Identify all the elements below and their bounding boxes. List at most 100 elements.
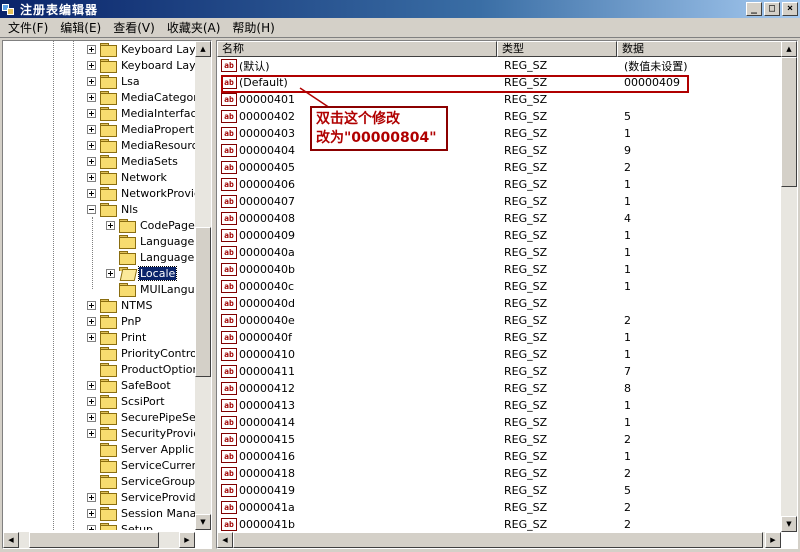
- menu-help[interactable]: 帮助(H): [226, 18, 280, 38]
- expand-plus-icon[interactable]: [87, 524, 96, 530]
- expand-plus-icon[interactable]: [87, 332, 96, 342]
- expand-plus-icon[interactable]: [87, 396, 96, 406]
- list-vertical-scrollbar[interactable]: ▲ ▼: [781, 41, 797, 532]
- scroll-up-arrow-icon[interactable]: ▲: [195, 41, 211, 57]
- tree-item[interactable]: ProductOptions: [87, 361, 197, 377]
- tree-item[interactable]: SecurityProviders: [87, 425, 197, 441]
- expand-plus-icon[interactable]: [106, 268, 115, 278]
- tree-item[interactable]: CodePage: [106, 217, 196, 233]
- expand-plus-icon[interactable]: [87, 44, 96, 54]
- tree-vertical-scrollbar[interactable]: ▲ ▼: [195, 41, 211, 530]
- expand-plus-icon[interactable]: [87, 156, 96, 166]
- value-row[interactable]: ab 00000419 REG_SZ 5: [217, 482, 783, 499]
- key-tree-pane[interactable]: Keyboard Layout Keyboard Layouts Lsa MediaC…: [2, 40, 212, 549]
- tree-item[interactable]: MediaCategories: [87, 89, 197, 105]
- value-row[interactable]: ab 0000040f REG_SZ 1: [217, 329, 783, 346]
- expand-plus-icon[interactable]: [87, 508, 96, 518]
- tree-item[interactable]: PriorityControl: [87, 345, 197, 361]
- expand-plus-icon[interactable]: [87, 140, 96, 150]
- scroll-down-arrow-icon[interactable]: ▼: [195, 514, 211, 530]
- value-row[interactable]: ab 00000410 REG_SZ 1: [217, 346, 783, 363]
- expand-plus-icon[interactable]: [87, 188, 96, 198]
- expand-plus-icon[interactable]: [87, 428, 96, 438]
- expand-plus-icon[interactable]: [87, 492, 96, 502]
- tree-item[interactable]: MediaProperties: [87, 121, 197, 137]
- value-row[interactable]: ab 00000415 REG_SZ 2: [217, 431, 783, 448]
- scroll-right-arrow-icon[interactable]: ▶: [765, 532, 781, 548]
- tree-item[interactable]: Language Groups: [106, 249, 197, 265]
- tree-item[interactable]: ScsiPort: [87, 393, 166, 409]
- tree-item[interactable]: Setup: [87, 521, 154, 530]
- value-row[interactable]: ab 0000041b REG_SZ 2: [217, 516, 783, 532]
- scroll-right-arrow-icon[interactable]: ▶: [179, 532, 195, 548]
- tree-item[interactable]: NTMS: [87, 297, 153, 313]
- value-row[interactable]: ab 00000408 REG_SZ 4: [217, 210, 783, 227]
- value-row[interactable]: ab 0000040a REG_SZ 1: [217, 244, 783, 261]
- tree-item[interactable]: ServiceGroupOrder: [87, 473, 197, 489]
- column-header-type[interactable]: 类型: [497, 41, 617, 57]
- value-row[interactable]: ab 00000405 REG_SZ 2: [217, 159, 783, 176]
- value-row[interactable]: ab 0000040c REG_SZ 1: [217, 278, 783, 295]
- value-row[interactable]: ab 00000406 REG_SZ 1: [217, 176, 783, 193]
- expand-plus-icon[interactable]: [87, 300, 96, 310]
- expand-plus-icon[interactable]: [87, 76, 96, 86]
- menu-edit[interactable]: 编辑(E): [54, 18, 107, 38]
- value-row[interactable]: ab 00000412 REG_SZ 8: [217, 380, 783, 397]
- collapse-minus-icon[interactable]: [87, 204, 96, 214]
- expand-plus-icon[interactable]: [87, 172, 96, 182]
- value-row[interactable]: ab 0000040e REG_SZ 2: [217, 312, 783, 329]
- tree-item[interactable]: Lsa: [87, 73, 141, 89]
- tree-item[interactable]: Locale: [106, 265, 178, 281]
- close-button[interactable]: ×: [782, 2, 798, 16]
- values-list-pane[interactable]: 名称 类型 数据 ab (默认) REG_SZ (数值未设置) ab (Default) R…: [216, 40, 798, 549]
- list-scroll-thumb[interactable]: [781, 57, 797, 187]
- column-header-data[interactable]: 数据: [617, 41, 783, 57]
- value-row[interactable]: ab 00000403 REG_SZ 1: [217, 125, 783, 142]
- maximize-button[interactable]: □: [764, 2, 780, 16]
- tree-item[interactable]: MediaResources: [87, 137, 197, 153]
- tree-item[interactable]: Print: [87, 329, 147, 345]
- expand-plus-icon[interactable]: [87, 108, 96, 118]
- value-row[interactable]: ab 00000414 REG_SZ 1: [217, 414, 783, 431]
- tree-item[interactable]: MediaInterfaces: [87, 105, 197, 121]
- expand-plus-icon[interactable]: [106, 220, 115, 230]
- expand-plus-icon[interactable]: [87, 412, 96, 422]
- minimize-button[interactable]: _: [746, 2, 762, 16]
- value-row[interactable]: ab 0000040d REG_SZ: [217, 295, 783, 312]
- tree-item[interactable]: SafeBoot: [87, 377, 172, 393]
- scroll-left-arrow-icon[interactable]: ◀: [217, 532, 233, 548]
- value-row[interactable]: ab 00000418 REG_SZ 2: [217, 465, 783, 482]
- expand-plus-icon[interactable]: [87, 124, 96, 134]
- tree-item[interactable]: ServiceCurrent: [87, 457, 197, 473]
- expand-plus-icon[interactable]: [87, 380, 96, 390]
- expand-plus-icon[interactable]: [87, 92, 96, 102]
- expand-plus-icon[interactable]: [87, 60, 96, 70]
- value-row[interactable]: ab 00000407 REG_SZ 1: [217, 193, 783, 210]
- value-row[interactable]: ab 0000041a REG_SZ 2: [217, 499, 783, 516]
- menu-favorites[interactable]: 收藏夹(A): [161, 18, 227, 38]
- tree-item[interactable]: ServiceProvider: [87, 489, 197, 505]
- value-row[interactable]: ab 00000409 REG_SZ 1: [217, 227, 783, 244]
- tree-item[interactable]: SecurePipeServers: [87, 409, 197, 425]
- list-horizontal-scrollbar[interactable]: ◀ ▶: [217, 532, 781, 548]
- tree-item[interactable]: MUILanguages: [106, 281, 197, 297]
- value-row[interactable]: ab 00000411 REG_SZ 7: [217, 363, 783, 380]
- column-header-name[interactable]: 名称: [217, 41, 497, 57]
- scroll-left-arrow-icon[interactable]: ◀: [3, 532, 19, 548]
- value-row[interactable]: ab (默认) REG_SZ (数值未设置): [217, 57, 783, 74]
- value-row[interactable]: ab 0000040b REG_SZ 1: [217, 261, 783, 278]
- expand-plus-icon[interactable]: [87, 316, 96, 326]
- tree-hscroll-thumb[interactable]: [29, 532, 159, 548]
- tree-scroll-thumb[interactable]: [195, 227, 211, 377]
- tree-item[interactable]: Keyboard Layout: [87, 41, 197, 57]
- menu-file[interactable]: 文件(F): [2, 18, 54, 38]
- value-row[interactable]: ab 00000416 REG_SZ 1: [217, 448, 783, 465]
- list-hscroll-thumb[interactable]: [233, 532, 763, 548]
- value-row[interactable]: ab 00000402 REG_SZ 5: [217, 108, 783, 125]
- tree-item[interactable]: MediaSets: [87, 153, 179, 169]
- tree-item[interactable]: Session Manager: [87, 505, 197, 521]
- tree-item[interactable]: Keyboard Layouts: [87, 57, 197, 73]
- tree-item[interactable]: Server Applications: [87, 441, 197, 457]
- tree-item[interactable]: PnP: [87, 313, 142, 329]
- tree-item[interactable]: Language: [106, 233, 195, 249]
